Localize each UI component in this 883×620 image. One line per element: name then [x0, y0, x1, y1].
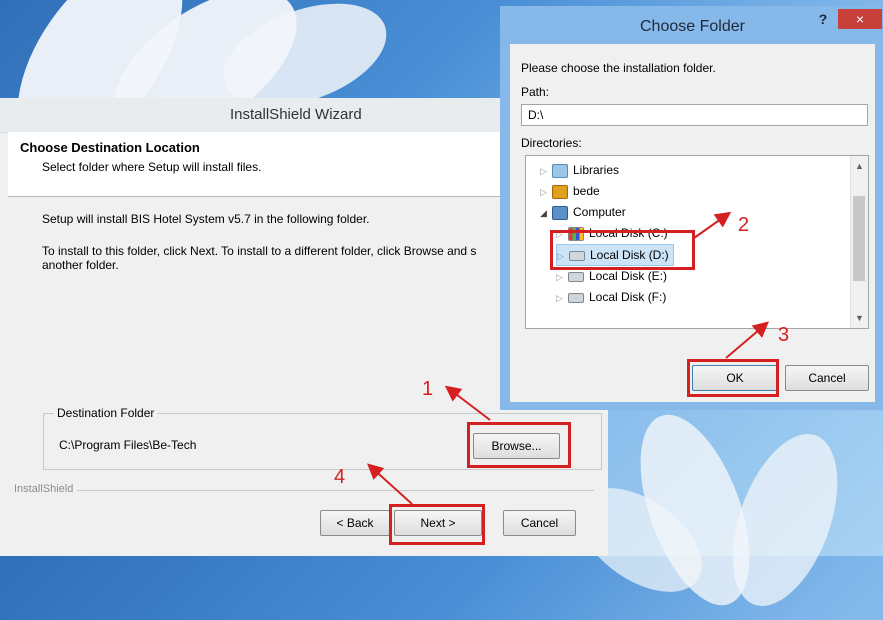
arrow-2	[693, 211, 732, 239]
annotation-arrows	[367, 211, 770, 505]
arrow-4	[367, 463, 413, 505]
arrow-1	[444, 385, 491, 421]
arrow-3	[725, 321, 770, 359]
